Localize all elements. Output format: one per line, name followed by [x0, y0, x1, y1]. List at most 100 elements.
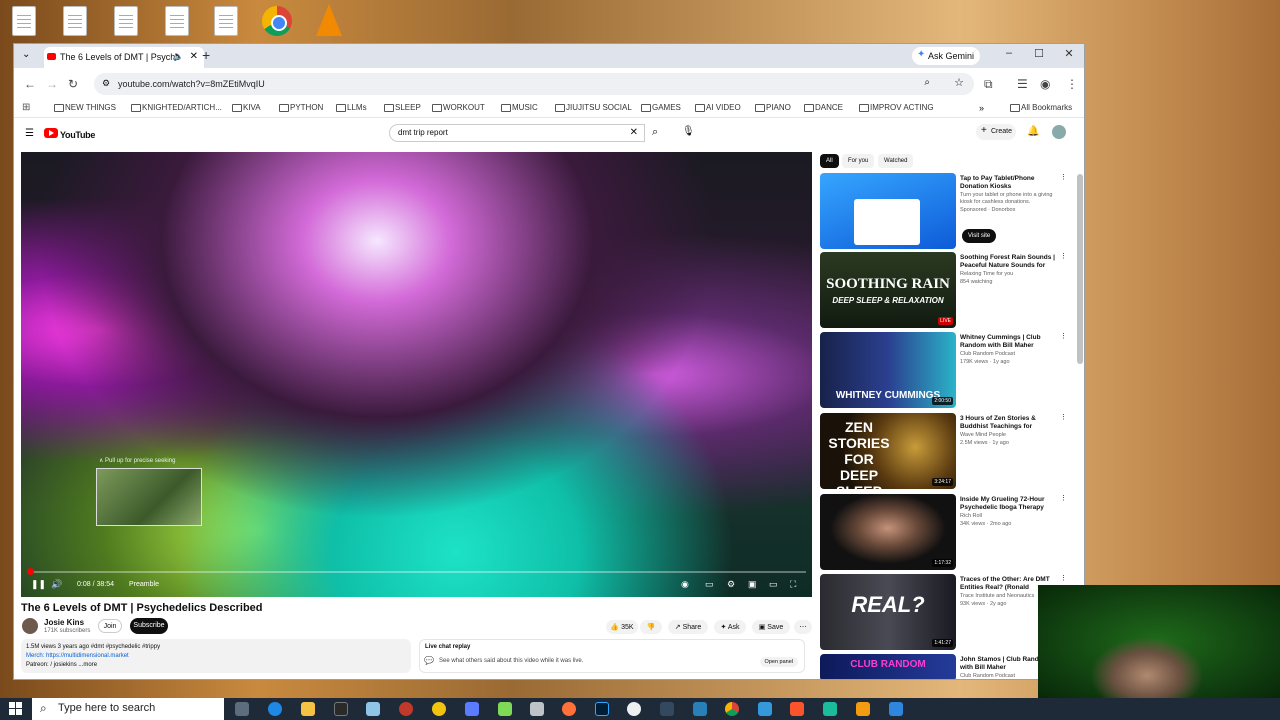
- video-player[interactable]: ∧ Pull up for precise seeking ❚❚ 🔊 0:08 …: [21, 152, 812, 597]
- open-panel-button[interactable]: Open panel: [759, 657, 798, 667]
- chip-for-you[interactable]: For you: [842, 154, 875, 168]
- more-options-icon[interactable]: ⋮: [1060, 173, 1067, 181]
- miniplayer-icon[interactable]: ▣: [748, 579, 757, 590]
- firefox-icon[interactable]: [562, 702, 576, 716]
- description-box[interactable]: 1.5M views 3 years ago #dmt #psychedelic…: [21, 639, 411, 673]
- reload-button[interactable]: ↻: [68, 77, 78, 91]
- browser-menu-icon[interactable]: ⋮: [1066, 77, 1078, 91]
- bookmark-improv-acting[interactable]: IMPROV ACTING: [859, 103, 934, 112]
- app-icon[interactable]: [366, 702, 380, 716]
- bookmark-music[interactable]: MUSIC: [501, 103, 538, 112]
- chrome-taskbar-icon[interactable]: [725, 702, 739, 716]
- app-icon[interactable]: [334, 702, 348, 716]
- account-avatar[interactable]: [1052, 125, 1066, 139]
- join-button[interactable]: Join: [98, 619, 122, 633]
- brave-icon[interactable]: [790, 702, 804, 716]
- app-icon[interactable]: [627, 702, 641, 716]
- bookmark-games[interactable]: GAMES: [641, 103, 681, 112]
- rec-title[interactable]: Whitney Cummings | Club Random with Bill…: [960, 334, 1060, 350]
- channel-name[interactable]: Josie Kins: [44, 618, 84, 627]
- settings-icon[interactable]: ⚙: [727, 579, 735, 590]
- progress-bar[interactable]: [27, 568, 806, 575]
- zoom-icon[interactable]: ⌕: [924, 77, 930, 88]
- hamburger-menu-icon[interactable]: ☰: [25, 128, 34, 139]
- bookmark-new-things[interactable]: NEW THINGS: [54, 103, 116, 112]
- app-icon[interactable]: [856, 702, 870, 716]
- chapter-label[interactable]: Preamble: [129, 581, 159, 588]
- vlc-desktop-icon[interactable]: [316, 4, 342, 36]
- rec-title[interactable]: 3 Hours of Zen Stories & Buddhist Teachi…: [960, 415, 1060, 431]
- theater-mode-icon[interactable]: ▭: [769, 579, 778, 590]
- bookmark-workout[interactable]: WORKOUT: [432, 103, 485, 112]
- document-icon[interactable]: [165, 6, 189, 36]
- ask-button[interactable]: ✦ Ask: [714, 620, 746, 634]
- active-tab[interactable]: The 6 Levels of DMT | Psyche 🔈 ✕: [44, 47, 204, 68]
- rec-thumbnail[interactable]: SOOTHING RAIN DEEP SLEEP & RELAXATION LI…: [820, 252, 956, 328]
- recommendation-item[interactable]: ZEN STORIES FOR DEEP SLEEP 3:24:17 3 Hou…: [820, 413, 1070, 489]
- dislike-button[interactable]: 👎: [640, 620, 662, 634]
- bookmark-kiva[interactable]: KIVA: [232, 103, 261, 112]
- rec-channel[interactable]: Relaxing Time for you: [960, 271, 1013, 277]
- share-button[interactable]: ↗ Share: [668, 620, 708, 634]
- visit-site-button[interactable]: Visit site: [962, 229, 997, 243]
- pause-icon[interactable]: ❚❚: [31, 579, 46, 590]
- bookmark-piano[interactable]: PIANO: [755, 103, 791, 112]
- rec-thumbnail[interactable]: REAL? 1:41:27: [820, 574, 956, 650]
- app-icon[interactable]: [889, 702, 903, 716]
- back-button[interactable]: ←: [24, 77, 36, 91]
- ad-item[interactable]: Tap to Pay Tablet/Phone Donation Kiosks …: [820, 173, 1070, 249]
- chip-all[interactable]: All: [820, 154, 839, 168]
- bookmark-llms[interactable]: LLMs: [336, 103, 367, 112]
- file-explorer-icon[interactable]: [301, 702, 315, 716]
- app-icon[interactable]: [660, 702, 674, 716]
- subtitles-icon[interactable]: ▭: [705, 579, 714, 590]
- volume-icon[interactable]: 🔊: [51, 579, 62, 590]
- ad-thumbnail[interactable]: [820, 173, 956, 249]
- search-icon[interactable]: ⌕: [652, 126, 658, 139]
- chrome-desktop-icon[interactable]: [262, 6, 292, 36]
- minimize-button[interactable]: –: [999, 47, 1019, 59]
- document-icon[interactable]: [114, 6, 138, 36]
- more-options-icon[interactable]: ⋮: [1060, 413, 1067, 421]
- save-button[interactable]: ▣ Save: [752, 620, 790, 634]
- rec-channel[interactable]: Club Random Podcast: [960, 351, 1015, 357]
- tab-groups-icon[interactable]: ☰: [1017, 77, 1028, 91]
- search-input[interactable]: dmt trip report ✕: [389, 124, 645, 142]
- scrubber-handle[interactable]: [27, 568, 35, 575]
- ask-gemini-button[interactable]: ✦ Ask Gemini: [912, 47, 980, 65]
- more-options-icon[interactable]: ⋮: [1060, 494, 1067, 502]
- bookmark-jiujitsu-social[interactable]: JIUJITSU SOCIAL: [555, 103, 632, 112]
- rec-title[interactable]: Soothing Forest Rain Sounds | Peaceful N…: [960, 254, 1060, 270]
- apps-icon[interactable]: ⊞: [22, 102, 30, 113]
- rec-channel[interactable]: Wave Mind People: [960, 432, 1006, 438]
- recommendation-item[interactable]: CLUB RANDOM John Stamos | Club Random wi…: [820, 654, 1070, 679]
- app-icon[interactable]: [498, 702, 512, 716]
- forward-button[interactable]: →: [46, 77, 58, 91]
- rec-channel[interactable]: Club Random Podcast: [960, 673, 1015, 679]
- start-button[interactable]: [9, 702, 22, 715]
- recommendation-item[interactable]: 1:17:32 Inside My Grueling 72-Hour Psych…: [820, 494, 1070, 570]
- youtube-logo-icon[interactable]: [44, 128, 58, 138]
- rec-thumbnail[interactable]: ZEN STORIES FOR DEEP SLEEP 3:24:17: [820, 413, 956, 489]
- bookmark-knighted[interactable]: KNIGHTED/ARTICH...: [131, 103, 222, 112]
- task-view-icon[interactable]: [235, 702, 249, 716]
- document-icon[interactable]: [63, 6, 87, 36]
- all-bookmarks[interactable]: All Bookmarks: [1010, 103, 1072, 112]
- rec-thumbnail[interactable]: 1:17:32: [820, 494, 956, 570]
- recommendation-item[interactable]: WHITNEY CUMMINGS 2:00:50 Whitney Cumming…: [820, 332, 1070, 408]
- photoshop-icon[interactable]: [595, 702, 609, 716]
- app-icon[interactable]: [758, 702, 772, 716]
- clear-search-icon[interactable]: ✕: [630, 127, 638, 138]
- audio-icon[interactable]: 🔈: [173, 51, 184, 62]
- document-icon[interactable]: [12, 6, 36, 36]
- bookmark-sleep[interactable]: SLEEP: [384, 103, 421, 112]
- channel-avatar[interactable]: [22, 618, 38, 634]
- app-icon[interactable]: [465, 702, 479, 716]
- rec-title[interactable]: Tap to Pay Tablet/Phone Donation Kiosks: [960, 175, 1060, 191]
- recommendation-item[interactable]: REAL? 1:41:27 Traces of the Other: Are D…: [820, 574, 1070, 650]
- create-button[interactable]: + Create: [976, 124, 1016, 140]
- more-actions-icon[interactable]: ⋯: [794, 620, 812, 634]
- more-options-icon[interactable]: ⋮: [1060, 574, 1067, 582]
- extensions-icon[interactable]: ⧉: [984, 77, 993, 92]
- chip-watched[interactable]: Watched: [878, 154, 914, 168]
